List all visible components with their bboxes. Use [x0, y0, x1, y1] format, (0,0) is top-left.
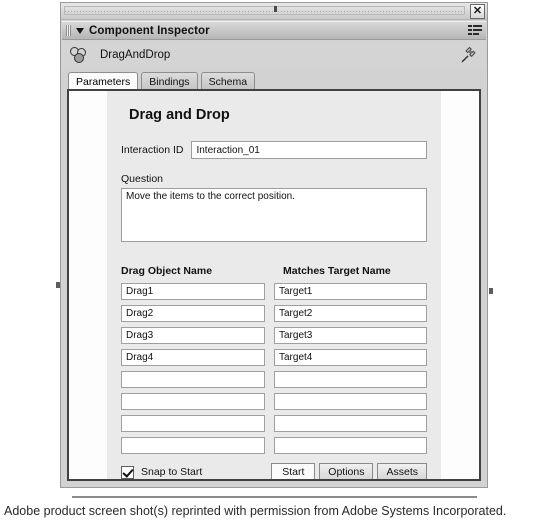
grabber-notch [274, 6, 277, 12]
drag-input[interactable] [121, 437, 265, 454]
table-row [121, 369, 427, 388]
pair-rows-list [121, 281, 427, 454]
drag-input[interactable] [121, 283, 265, 300]
table-row [121, 435, 427, 454]
interaction-id-row: Interaction ID [121, 141, 427, 159]
drag-cell [121, 325, 274, 344]
target-cell [274, 391, 427, 410]
drag-grip-icon[interactable] [66, 25, 71, 36]
panel-title-bar[interactable]: Component Inspector [62, 21, 486, 40]
pin-icon[interactable] [458, 45, 478, 65]
target-input[interactable] [274, 393, 427, 410]
drag-drop-form: Drag and Drop Interaction ID Question Dr… [107, 91, 441, 479]
table-row [121, 391, 427, 410]
drag-cell [121, 281, 274, 300]
target-cell [274, 281, 427, 300]
drag-object-name-header: Drag Object Name [121, 265, 213, 277]
target-input[interactable] [274, 415, 427, 432]
target-cell [274, 369, 427, 388]
target-input[interactable] [274, 305, 427, 322]
component-inspector-window: ✕ Component Inspector DragAndDrop Parame… [60, 2, 488, 488]
drag-cell [121, 435, 274, 454]
target-cell [274, 303, 427, 322]
form-footer: Snap to Start Start Options Assets [121, 463, 427, 479]
target-input[interactable] [274, 283, 427, 300]
interaction-id-input[interactable] [191, 141, 427, 159]
snap-to-start-label: Snap to Start [141, 466, 203, 478]
table-row [121, 413, 427, 432]
drag-input[interactable] [121, 349, 265, 366]
assets-button[interactable]: Assets [377, 463, 427, 479]
start-button[interactable]: Start [271, 463, 316, 479]
drag-cell [121, 347, 274, 366]
footer-buttons: Start Options Assets [267, 463, 427, 479]
interaction-id-label: Interaction ID [121, 144, 184, 156]
drag-input[interactable] [121, 393, 265, 410]
component-header: DragAndDrop [62, 41, 486, 69]
table-row [121, 347, 427, 366]
question-textarea[interactable] [121, 188, 427, 242]
drag-cell [121, 369, 274, 388]
tab-strip: Parameters Bindings Schema [62, 71, 486, 90]
drag-input[interactable] [121, 415, 265, 432]
panel-menu-icon[interactable] [468, 24, 482, 37]
drag-input[interactable] [121, 371, 265, 388]
table-row [121, 325, 427, 344]
parameters-content-frame: Drag and Drop Interaction ID Question Dr… [67, 89, 481, 481]
tab-bindings[interactable]: Bindings [141, 72, 198, 90]
form-title: Drag and Drop [129, 107, 230, 123]
page-title: Component Inspector [89, 24, 210, 37]
target-cell [274, 413, 427, 432]
options-button[interactable]: Options [319, 463, 374, 479]
right-resize-tick[interactable] [489, 288, 493, 294]
target-cell [274, 435, 427, 454]
target-input[interactable] [274, 327, 427, 344]
drag-input[interactable] [121, 305, 265, 322]
tab-parameters[interactable]: Parameters [68, 72, 139, 90]
left-resize-tick[interactable] [56, 282, 60, 288]
caption-text: Adobe product screen shot(s) reprinted w… [4, 504, 507, 518]
drag-input[interactable] [121, 327, 265, 344]
drag-cell [121, 391, 274, 410]
table-row [121, 303, 427, 322]
target-input[interactable] [274, 437, 427, 454]
table-row [121, 281, 427, 300]
close-icon[interactable]: ✕ [470, 4, 485, 19]
matches-target-name-header: Matches Target Name [283, 265, 391, 277]
question-label: Question [121, 173, 164, 185]
tab-schema[interactable]: Schema [200, 72, 256, 90]
chevron-down-icon[interactable] [76, 27, 84, 34]
snap-to-start-checkbox[interactable] [121, 465, 134, 479]
target-cell [274, 347, 427, 366]
columns-header: Drag Object Name Matches Target Name [121, 265, 427, 277]
component-spheres-icon [70, 46, 90, 64]
grabber-dots [64, 6, 465, 15]
caption-rule [72, 496, 477, 498]
target-input[interactable] [274, 371, 427, 388]
target-input[interactable] [274, 349, 427, 366]
window-grabber-strip[interactable]: ✕ [61, 3, 487, 20]
drag-cell [121, 303, 274, 322]
target-cell [274, 325, 427, 344]
drag-cell [121, 413, 274, 432]
component-name-label: DragAndDrop [100, 49, 171, 61]
